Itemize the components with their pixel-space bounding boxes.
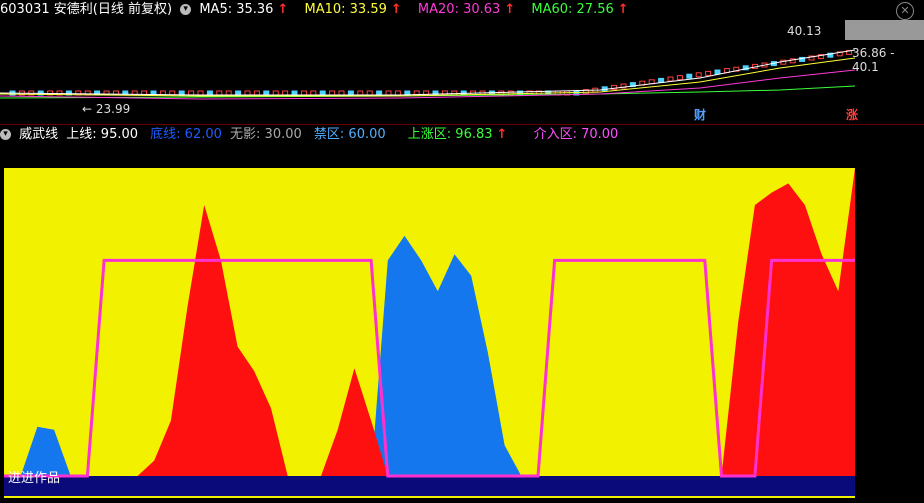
candle — [385, 90, 392, 96]
candle — [291, 90, 298, 96]
up-arrow-icon: ↑ — [496, 127, 508, 142]
candle — [714, 69, 721, 75]
candle — [695, 72, 702, 78]
candle — [705, 70, 712, 76]
candle — [253, 90, 260, 96]
up-arrow-icon: ↑ — [390, 2, 402, 17]
candle — [658, 77, 665, 83]
ma20-label: MA20: 30.63 — [417, 2, 501, 17]
indicator-name: 威武线 — [19, 127, 59, 142]
wu-ying-label: 无影: 30.00 — [230, 127, 302, 142]
price-highlight-box — [845, 20, 924, 40]
ma5-label: MA5: 35.36 — [199, 2, 274, 17]
shang-xian-label: 上线: 95.00 — [66, 127, 139, 142]
candle — [263, 90, 270, 96]
low-price-label: ← 23.99 — [82, 102, 131, 116]
candle — [225, 90, 232, 96]
candle — [357, 90, 364, 96]
jie-ru-qu-label: 介入区: 70.00 — [533, 127, 619, 142]
indicator-header: ▾ 威武线 上线: 95.00 底线: 62.00 无影: 30.00 禁区: … — [0, 125, 622, 145]
candle — [319, 90, 326, 96]
candle — [310, 90, 317, 96]
candle — [329, 90, 336, 96]
ma10-line — [0, 57, 856, 97]
candle — [667, 76, 674, 82]
close-icon[interactable]: ✕ — [896, 2, 914, 20]
ma-toggle-icon[interactable]: ▾ — [180, 4, 192, 15]
tag-cai: 财 — [694, 108, 707, 122]
candle — [347, 90, 354, 96]
candle — [686, 73, 693, 79]
chart-header: 603031 安德利(日线 前复权) ▾ MA5: 35.36 ↑ MA10: 3… — [0, 0, 633, 20]
candle — [676, 75, 683, 81]
candle — [366, 90, 373, 96]
high-price-label: 40.13 — [787, 24, 822, 38]
price-range-label: 36.86 - 40.1 — [852, 46, 895, 74]
price-chart — [0, 20, 924, 100]
candle — [338, 90, 345, 96]
candle — [216, 90, 223, 96]
up-arrow-icon: ↑ — [504, 2, 516, 17]
candle — [300, 90, 307, 96]
indicator-chart: 进进作品 — [4, 168, 855, 498]
candle — [376, 90, 383, 96]
indicator-toggle-icon[interactable]: ▾ — [0, 129, 11, 140]
watermark-label: 进进作品 — [8, 471, 60, 486]
di-xian-label: 底线: 62.00 — [150, 127, 222, 142]
candle — [197, 90, 204, 96]
candle — [244, 90, 251, 96]
up-arrow-icon: ↑ — [277, 2, 289, 17]
candle — [206, 90, 213, 96]
ma60-label: MA60: 27.56 — [531, 2, 614, 17]
jin-qu-label: 禁区: 60.00 — [313, 127, 386, 142]
ma5-line — [0, 49, 856, 96]
candle — [394, 90, 401, 96]
candle — [235, 90, 242, 96]
shang-zhang-qu-label: 上涨区: 96.83 — [407, 127, 493, 142]
candle — [272, 90, 279, 96]
candle — [282, 90, 289, 96]
ma10-label: MA10: 33.59 — [304, 2, 387, 17]
up-arrow-icon: ↑ — [617, 2, 629, 17]
stock-title: 603031 安德利(日线 前复权) — [0, 2, 173, 17]
navy-base-band — [4, 476, 855, 496]
tag-zhang: 涨 — [846, 108, 859, 122]
